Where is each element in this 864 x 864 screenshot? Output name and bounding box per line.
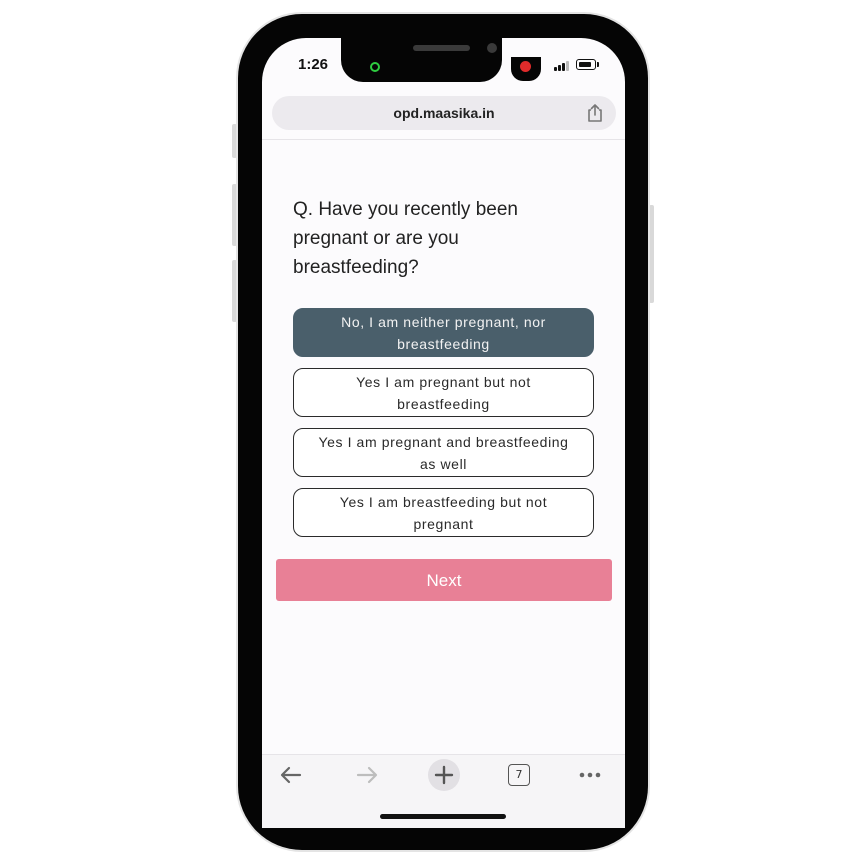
option-pregnant-and-breastfeeding[interactable]: Yes I am pregnant and breastfeeding as w… [293, 428, 594, 477]
option-pregnant-not-breastfeeding[interactable]: Yes I am pregnant but not breastfeeding [293, 368, 594, 417]
question-text: Q. Have you recently been pregnant or ar… [293, 199, 518, 278]
option-label: Yes I am pregnant but not breastfeeding [356, 373, 531, 412]
share-icon[interactable] [584, 102, 606, 124]
power-button [649, 205, 654, 303]
signal-icon [554, 61, 570, 71]
url-text: opd.maasika.in [393, 105, 495, 121]
toolbar-divider [262, 754, 625, 755]
home-indicator [380, 814, 506, 819]
recording-indicator [511, 57, 541, 81]
status-time: 1:26 [298, 56, 329, 73]
more-icon[interactable] [575, 760, 605, 790]
speaker [413, 45, 470, 51]
address-bar[interactable]: opd.maasika.in [272, 96, 616, 130]
battery-icon [576, 59, 596, 70]
mute-switch [232, 124, 237, 158]
option-label: Yes I am breastfeeding but not pregnant [339, 493, 548, 532]
record-icon [520, 61, 531, 72]
arrow-right-icon[interactable] [352, 760, 382, 790]
option-breastfeeding-not-pregnant[interactable]: Yes I am breastfeeding but not pregnant [293, 488, 594, 537]
arrow-left-icon[interactable] [276, 760, 306, 790]
tabs-icon[interactable]: 7 [508, 764, 530, 786]
volume-up-button [232, 184, 237, 246]
header-divider [262, 139, 625, 140]
mic-active-icon [370, 62, 380, 72]
plus-icon[interactable] [427, 758, 461, 792]
next-button[interactable]: Next [276, 559, 612, 601]
battery-nub [597, 62, 599, 67]
option-label: No, I am neither pregnant, nor breastfee… [341, 313, 546, 352]
camera [487, 43, 497, 53]
volume-down-button [232, 260, 237, 322]
option-label: Yes I am pregnant and breastfeeding as w… [318, 433, 569, 472]
option-not-pregnant-not-breastfeeding[interactable]: No, I am neither pregnant, nor breastfee… [293, 308, 594, 357]
